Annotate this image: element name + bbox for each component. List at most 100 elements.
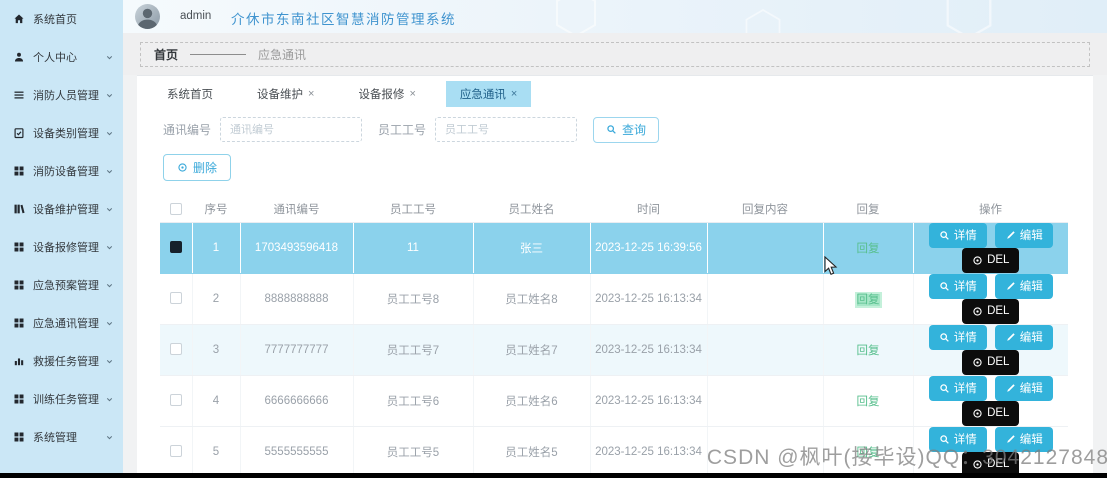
del-button[interactable]: DEL: [962, 247, 1020, 272]
breadcrumb-root[interactable]: 首页: [154, 46, 178, 63]
sidebar-item-label: 个人中心: [33, 52, 77, 64]
watermark: CSDN @枫叶(接毕设)QQ：3042127848: [706, 446, 1107, 469]
clipboard-check-icon: [13, 127, 25, 139]
app-window: 系统首页 个人中心 消防人员管理 设备类别管理 消防设备管理 设备维护管理 设备…: [0, 0, 1107, 478]
sidebar-item[interactable]: 救援任务管理: [0, 342, 123, 380]
sidebar-item[interactable]: 消防设备管理: [0, 152, 123, 190]
content-card: 系统首页 × 设备维护 × 设备报修 × 应急通讯 × 通讯编号 员工工号 查询: [137, 75, 1093, 478]
tab-close-icon[interactable]: ×: [308, 88, 314, 100]
avatar[interactable]: [135, 4, 160, 29]
book-icon: [13, 203, 25, 215]
column-header-reply-content: 回复内容: [707, 196, 823, 223]
cell-emp-name: 张三: [473, 222, 591, 274]
detail-button[interactable]: 详情: [928, 375, 987, 401]
tab[interactable]: 应急通讯 ×: [445, 81, 532, 107]
breadcrumb-band: 首页 应急通讯: [123, 33, 1107, 75]
row-checkbox[interactable]: [169, 394, 182, 407]
edit-button[interactable]: 编辑: [994, 273, 1053, 299]
tab-bar: 系统首页 × 设备维护 × 设备报修 × 应急通讯 ×: [137, 76, 1093, 107]
cell-emp-no: 员工工号6: [353, 375, 474, 427]
select-all-checkbox[interactable]: [170, 202, 182, 215]
detail-button[interactable]: 详情: [928, 324, 987, 350]
column-header-index: 序号: [192, 196, 240, 223]
chevron-down-icon: [105, 91, 114, 100]
detail-button[interactable]: 详情: [928, 273, 987, 299]
target-icon: [972, 408, 983, 419]
cell-emp-no: 员工工号7: [353, 324, 474, 376]
edit-button[interactable]: 编辑: [994, 324, 1053, 350]
sidebar-item[interactable]: 训练任务管理: [0, 380, 123, 418]
del-button[interactable]: DEL: [962, 349, 1020, 374]
sidebar-item[interactable]: 系统首页: [0, 0, 123, 38]
edit-button[interactable]: 编辑: [994, 222, 1053, 248]
tab-close-icon[interactable]: ×: [409, 88, 415, 100]
search-button[interactable]: 查询: [593, 116, 660, 143]
mouse-cursor: [824, 256, 838, 276]
column-header-emp-name: 员工姓名: [473, 196, 590, 223]
detail-button[interactable]: 详情: [928, 222, 987, 248]
list-icon: [13, 89, 25, 101]
cell-actions: 详情编辑DEL: [913, 273, 1068, 325]
hexagon-decor: [946, 0, 992, 33]
edit-icon: [1005, 281, 1016, 292]
sidebar-item[interactable]: 个人中心: [0, 38, 123, 76]
sidebar-item[interactable]: 消防人员管理: [0, 76, 123, 114]
emp-input[interactable]: [435, 117, 578, 142]
row-checkbox[interactable]: [169, 445, 182, 458]
comm-label: 通讯编号: [163, 123, 212, 137]
del-button[interactable]: DEL: [962, 400, 1020, 425]
tab[interactable]: 系统首页 ×: [153, 81, 227, 107]
cell-time: 2023-12-25 16:39:56: [590, 222, 708, 274]
row-checkbox[interactable]: [169, 292, 182, 305]
delete-button-label: 删除: [193, 161, 218, 175]
sidebar-item[interactable]: 设备报修管理: [0, 228, 123, 266]
filter-bar: 通讯编号 员工工号 查询: [137, 116, 1093, 143]
chart-icon: [13, 355, 25, 367]
target-icon: [972, 306, 983, 317]
cell-emp-no: 员工工号5: [353, 426, 474, 478]
chevron-down-icon: [105, 281, 114, 290]
sidebar-item-label: 消防人员管理: [33, 90, 99, 102]
user-photo-icon: [137, 8, 158, 29]
comm-input[interactable]: [220, 117, 363, 142]
edit-button[interactable]: 编辑: [994, 375, 1053, 401]
cell-comm: 6666666666: [240, 375, 354, 427]
sidebar-item[interactable]: 设备维护管理: [0, 190, 123, 228]
delete-button[interactable]: 删除: [163, 154, 232, 181]
grid-icon: [13, 241, 25, 253]
breadcrumb-current: 应急通讯: [258, 48, 307, 62]
del-button[interactable]: DEL: [962, 298, 1020, 323]
sidebar-item[interactable]: 系统管理: [0, 418, 123, 456]
cell-index: 2: [192, 273, 241, 325]
grid-icon: [13, 279, 25, 291]
main-area: admin 介休市东南社区智慧消防管理系统 首页 应急通讯 系统首页 × 设备维…: [123, 0, 1107, 478]
cell-emp-name: 员工姓名8: [473, 273, 591, 325]
reply-link[interactable]: 回复: [857, 345, 880, 357]
table-row: 3 7777777777 员工工号7 员工姓名7 2023-12-25 16:1…: [160, 324, 1068, 376]
username[interactable]: admin: [180, 10, 211, 22]
reply-link[interactable]: 回复: [856, 293, 880, 306]
hexagon-decor: [745, 8, 781, 33]
tab-close-icon[interactable]: ×: [511, 88, 517, 100]
chevron-down-icon: [105, 433, 114, 442]
cell-time: 2023-12-25 16:13:34: [590, 375, 708, 427]
reply-link[interactable]: 回复: [857, 396, 880, 408]
edit-icon: [1005, 230, 1016, 241]
sidebar-item[interactable]: 应急预案管理: [0, 266, 123, 304]
cell-emp-name: 员工姓名6: [473, 375, 591, 427]
cell-actions: 详情编辑DEL: [913, 324, 1068, 376]
sidebar-item[interactable]: 应急通讯管理: [0, 304, 123, 342]
table-row: 4 6666666666 员工工号6 员工姓名6 2023-12-25 16:1…: [160, 375, 1068, 427]
tab[interactable]: 设备报修 ×: [344, 81, 429, 107]
tab[interactable]: 设备维护 ×: [243, 81, 328, 107]
sidebar-item[interactable]: 设备类别管理: [0, 114, 123, 152]
breadcrumb: 首页 应急通讯: [140, 42, 1090, 67]
grid-icon: [13, 317, 25, 329]
reply-link[interactable]: 回复: [857, 243, 880, 255]
cell-time: 2023-12-25 16:13:34: [590, 324, 708, 376]
row-checkbox[interactable]: [169, 241, 182, 254]
cell-index: 1: [192, 222, 241, 274]
row-checkbox[interactable]: [169, 343, 182, 356]
edit-icon: [1005, 383, 1016, 394]
sidebar-item-label: 应急通讯管理: [33, 318, 99, 330]
